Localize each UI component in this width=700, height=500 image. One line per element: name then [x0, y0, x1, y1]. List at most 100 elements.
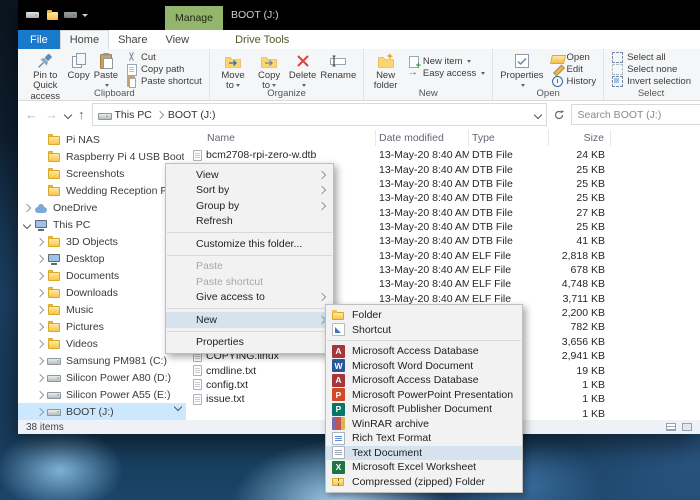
back-button[interactable]: ←	[25, 108, 38, 121]
chevron-right-icon[interactable]	[36, 254, 44, 262]
copy-to-button[interactable]: Copy to	[251, 51, 287, 93]
tab-share[interactable]: Share	[109, 30, 156, 49]
invert-selection-button[interactable]: Invert selection	[609, 76, 693, 88]
copy-label: Copy	[68, 71, 90, 81]
sidebar-item-pi-nas[interactable]: Pi NAS	[18, 131, 186, 148]
qat-drive-icon[interactable]	[64, 8, 78, 22]
chevron-right-icon[interactable]	[36, 288, 44, 296]
select-all-button[interactable]: Select all	[609, 51, 693, 63]
chevron-down-icon[interactable]	[23, 220, 31, 228]
refresh-button[interactable]	[550, 109, 568, 121]
sidebar-item-documents[interactable]: Documents	[18, 267, 186, 284]
file-date-cell: 13-May-20 8:40 AM	[376, 149, 469, 161]
chevron-right-icon[interactable]	[36, 322, 44, 330]
tab-file[interactable]: File	[18, 30, 60, 49]
sidebar-item-wedding-reception-photos[interactable]: Wedding Reception Photos	[18, 182, 186, 199]
column-header-name[interactable]: Name	[186, 130, 376, 146]
menu-item-give-access-to[interactable]: Give access to	[166, 290, 333, 306]
cut-button[interactable]: Cut	[123, 51, 204, 63]
file-size-cell: 25 KB	[549, 221, 611, 233]
sidebar-item-3d-objects[interactable]: 3D Objects	[18, 233, 186, 250]
menu-item-folder[interactable]: Folder	[326, 308, 522, 323]
menu-item-microsoft-publisher-document[interactable]: Microsoft Publisher Document	[326, 402, 522, 417]
menu-item-winrar-archive[interactable]: WinRAR archive	[326, 417, 522, 432]
table-row[interactable]: bcm2708-rpi-zero-w.dtb13-May-20 8:40 AMD…	[186, 148, 700, 162]
easy-access-button[interactable]: Easy access	[405, 67, 487, 79]
delete-button[interactable]: Delete	[287, 51, 318, 93]
address-box[interactable]: This PC BOOT (J:)	[92, 103, 547, 126]
up-button[interactable]: ↑	[78, 108, 85, 121]
sidebar-item-videos[interactable]: Videos	[18, 335, 186, 352]
sidebar-item-screenshots[interactable]: Screenshots	[18, 165, 186, 182]
sidebar-item-silicon-power-a80-d[interactable]: Silicon Power A80 (D:)	[18, 369, 186, 386]
details-view-button[interactable]	[666, 423, 676, 431]
search-input[interactable]	[571, 104, 700, 125]
tab-home[interactable]: Home	[60, 30, 109, 49]
chevron-right-icon[interactable]	[36, 339, 44, 347]
new-item-button[interactable]: New item	[405, 55, 487, 67]
menu-item-microsoft-excel-worksheet[interactable]: Microsoft Excel Worksheet	[326, 460, 522, 475]
menu-item-microsoft-powerpoint-presentation[interactable]: Microsoft PowerPoint Presentation	[326, 388, 522, 403]
chevron-right-icon[interactable]	[36, 305, 44, 313]
menu-item-sort-by[interactable]: Sort by	[166, 183, 333, 199]
new-folder-button[interactable]: New folder	[369, 51, 402, 93]
address-dropdown-chevron-icon[interactable]	[533, 110, 541, 118]
sidebar-item-samsung-pm981-c[interactable]: Samsung PM981 (C:)	[18, 352, 186, 369]
recent-locations-chevron-icon[interactable]	[64, 110, 72, 118]
large-icons-view-button[interactable]	[682, 423, 692, 431]
menu-item-microsoft-access-database[interactable]: Microsoft Access Database	[326, 373, 522, 388]
move-to-button[interactable]: Move to	[215, 51, 251, 93]
rename-button[interactable]: Rename	[318, 51, 358, 82]
sidebar-item-raspberry-pi-4-usb-boot[interactable]: Raspberry Pi 4 USB Boot	[18, 148, 186, 165]
chevron-right-icon[interactable]	[23, 203, 31, 211]
chevron-right-icon[interactable]	[36, 356, 44, 364]
menu-item-refresh[interactable]: Refresh	[166, 214, 333, 230]
menu-item-label: Folder	[352, 309, 382, 321]
sidebar-item-downloads[interactable]: Downloads	[18, 284, 186, 301]
chevron-right-icon[interactable]	[36, 237, 44, 245]
properties-button[interactable]: Properties	[498, 51, 545, 93]
sidebar-item-pictures[interactable]: Pictures	[18, 318, 186, 335]
chevron-right-icon[interactable]	[36, 373, 44, 381]
menu-item-rich-text-format[interactable]: Rich Text Format	[326, 431, 522, 446]
paste-shortcut-button[interactable]: Paste shortcut	[123, 76, 204, 88]
menu-item-new[interactable]: New	[166, 312, 333, 328]
chevron-right-icon[interactable]	[36, 271, 44, 279]
breadcrumb-current[interactable]: BOOT (J:)	[168, 109, 216, 121]
menu-item-shortcut[interactable]: Shortcut	[326, 323, 522, 338]
sidebar-item-silicon-power-a55-e[interactable]: Silicon Power A55 (E:)	[18, 386, 186, 403]
sidebar-item-onedrive[interactable]: OneDrive	[18, 199, 186, 216]
column-header-date-modified[interactable]: Date modified	[376, 130, 469, 146]
menu-item-customize-this-folder[interactable]: Customize this folder...	[166, 236, 333, 252]
breadcrumb-separator-icon[interactable]	[156, 110, 164, 118]
menu-item-group-by[interactable]: Group by	[166, 198, 333, 214]
menu-item-properties[interactable]: Properties	[166, 335, 333, 351]
qat-customize-chevron-icon[interactable]	[82, 14, 88, 17]
sidebar-item-this-pc[interactable]: This PC	[18, 216, 186, 233]
tab-drive-tools[interactable]: Drive Tools	[226, 30, 298, 49]
column-header-size[interactable]: Size	[549, 130, 611, 146]
column-header-type[interactable]: Type	[469, 130, 549, 146]
sidebar-item-boot-j[interactable]: BOOT (J:)	[18, 403, 186, 420]
forward-button[interactable]: →	[45, 108, 58, 121]
menu-item-view[interactable]: View	[166, 167, 333, 183]
open-button[interactable]: Open	[549, 51, 599, 63]
menu-item-text-document[interactable]: Text Document	[326, 446, 522, 461]
menu-item-microsoft-word-document[interactable]: Microsoft Word Document	[326, 359, 522, 374]
chevron-right-icon[interactable]	[36, 407, 44, 415]
copy-button[interactable]: Copy	[66, 51, 92, 82]
paste-button[interactable]: Paste	[92, 51, 120, 93]
chevron-right-icon[interactable]	[36, 390, 44, 398]
sidebar-item-label: 3D Objects	[66, 236, 118, 248]
select-none-button[interactable]: Select none	[609, 63, 693, 75]
breadcrumb-this-pc[interactable]: This PC	[115, 109, 152, 121]
tab-view[interactable]: View	[156, 30, 198, 49]
copy-path-button[interactable]: Copy path	[123, 63, 204, 75]
qat-folder-icon[interactable]	[46, 8, 60, 22]
edit-button[interactable]: Edit	[549, 63, 599, 75]
menu-item-compressed-zipped-folder[interactable]: Compressed (zipped) Folder	[326, 475, 522, 490]
sidebar-item-music[interactable]: Music	[18, 301, 186, 318]
history-button[interactable]: History	[549, 76, 599, 88]
sidebar-item-desktop[interactable]: Desktop	[18, 250, 186, 267]
menu-item-microsoft-access-database[interactable]: Microsoft Access Database	[326, 344, 522, 359]
